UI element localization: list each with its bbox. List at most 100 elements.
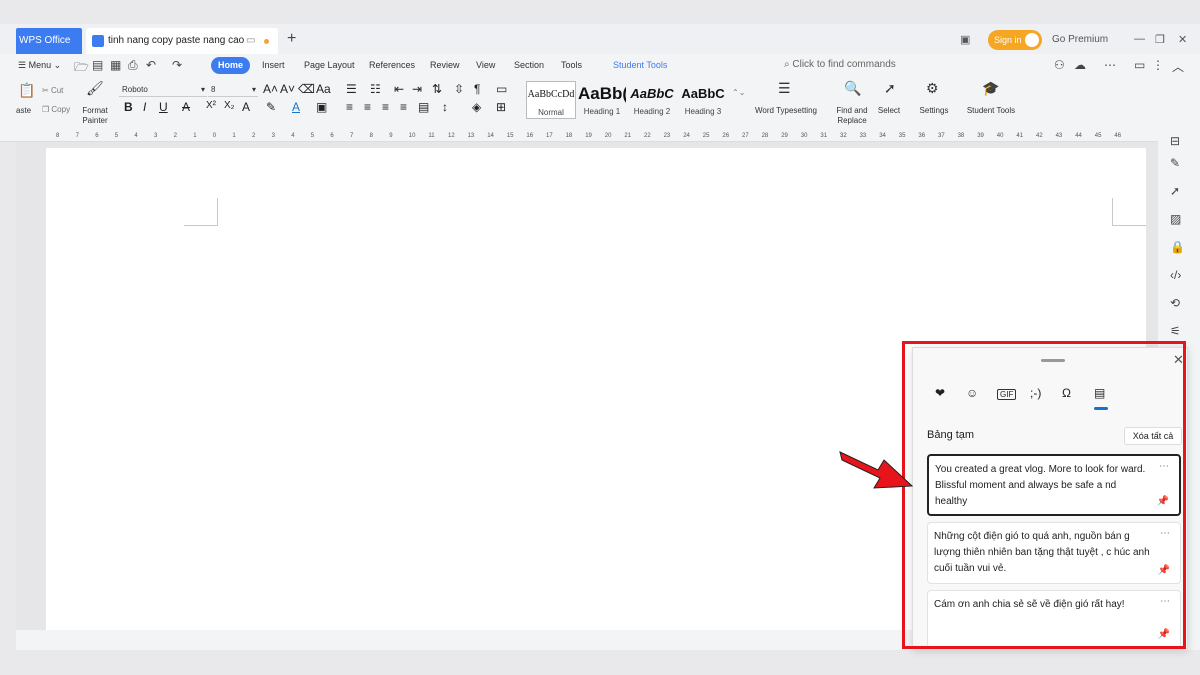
style-heading-2[interactable]: AaBbC Heading 2 (628, 81, 676, 119)
clear-format-icon[interactable]: ⌫ (298, 82, 315, 96)
lock-icon[interactable]: 🔒 (1170, 240, 1185, 254)
comment-icon[interactable]: ▭ (246, 28, 255, 54)
style-heading-2-preview: AaBbC (630, 86, 674, 101)
grow-font-icon[interactable]: A˄ (263, 82, 278, 96)
tab-home[interactable]: Home (211, 57, 250, 74)
format-painter-label[interactable]: Format Painter (78, 106, 112, 126)
tab-review[interactable]: Review (430, 60, 460, 70)
tab-student-tools[interactable]: Student Tools (613, 60, 667, 70)
paste-icon[interactable]: 📋 (18, 82, 35, 99)
tab-tools[interactable]: Tools (561, 60, 582, 70)
go-premium-button[interactable]: Go Premium (1052, 34, 1108, 45)
paste-label[interactable]: aste (16, 106, 31, 115)
superscript-button[interactable]: X² (206, 100, 216, 111)
line-spacing-icon[interactable]: ↕ (442, 100, 448, 114)
tab-section[interactable]: Section (514, 60, 544, 70)
text-effect-icon[interactable]: A (242, 100, 250, 114)
align-center-icon[interactable]: ≡ (364, 100, 371, 114)
style-normal[interactable]: AaBbCcDd Normal (526, 81, 576, 119)
text-direction-icon[interactable]: ⇅ (432, 82, 442, 96)
horizontal-ruler[interactable]: 8 7 6 5 4 3 2 1 0 1 2 3 4 5 6 7 8 9 10 11 12 13 14 15 16 17 18 19 20… (0, 130, 1158, 142)
comment-panel-icon[interactable]: ▭ (1134, 58, 1145, 72)
export-icon[interactable]: ▦ (110, 58, 121, 72)
new-tab-button[interactable]: + (287, 30, 296, 48)
settings-button[interactable]: Settings (914, 106, 954, 116)
tab-references[interactable]: References (369, 60, 415, 70)
styles-scroll-icon[interactable]: ⌃⌄ (732, 88, 745, 97)
numbering-icon[interactable]: ☷ (370, 82, 381, 96)
command-search[interactable]: ⌕ Click to find commands (784, 59, 896, 70)
select-cursor-icon[interactable]: ➚ (884, 80, 896, 97)
borders-icon[interactable]: ⊞ (496, 100, 506, 114)
sort-icon[interactable]: ⇳ (454, 82, 464, 96)
code-icon[interactable]: ‹/› (1170, 268, 1181, 282)
undo-icon[interactable]: ↶ (146, 58, 156, 72)
char-border-icon[interactable]: ▣ (316, 100, 327, 114)
minimize-icon[interactable]: — (1134, 33, 1145, 45)
select-button[interactable]: Select (874, 106, 904, 116)
menu-button[interactable]: ☰ Menu ⌄ (18, 60, 61, 71)
font-size-select[interactable]: 8 ▾ (208, 83, 258, 97)
collapse-icon[interactable]: ⊟ (1170, 134, 1180, 148)
copy-button[interactable]: ❐ Copy (42, 105, 70, 114)
font-family-select[interactable]: Roboto ▾ (119, 83, 207, 97)
format-painter-icon[interactable]: 🖌 (86, 80, 104, 97)
change-case-icon[interactable]: Aa (316, 82, 331, 96)
settings-icon[interactable]: ⚙ (926, 80, 939, 97)
highlight-icon[interactable]: ✎ (266, 100, 276, 114)
distributed-icon[interactable]: ▤ (418, 100, 429, 114)
cloud-icon[interactable]: ☁ (1074, 58, 1086, 72)
restore-icon[interactable]: ❐ (1155, 33, 1165, 46)
strikethrough-button[interactable]: A (182, 100, 190, 114)
document-tab[interactable]: tinh nang copy paste nang cao ▭ (86, 28, 278, 54)
style-heading-1[interactable]: AaBb( Heading 1 (578, 81, 626, 119)
shrink-font-icon[interactable]: A˅ (280, 82, 295, 96)
image-icon[interactable]: ▨ (1170, 212, 1181, 226)
graduation-cap-icon[interactable]: 🎓 (982, 80, 999, 97)
bullets-icon[interactable]: ☰ (346, 82, 357, 96)
decrease-indent-icon[interactable]: ⇤ (394, 82, 404, 96)
cursor-icon[interactable]: ➚ (1170, 184, 1180, 198)
adjust-icon[interactable]: ⚟ (1170, 324, 1181, 338)
ruler-tick: 20 (604, 133, 612, 139)
more-icon[interactable]: ⋮ (1152, 58, 1164, 72)
increase-indent-icon[interactable]: ⇥ (412, 82, 422, 96)
student-tools-button[interactable]: Student Tools (962, 106, 1020, 116)
find-replace-button[interactable]: Find and Replace (832, 106, 872, 126)
find-icon[interactable]: 🔍 (844, 80, 861, 97)
italic-button[interactable]: I (143, 100, 146, 114)
wps-office-tab[interactable]: WPS Office (16, 28, 82, 54)
open-icon[interactable]: 🗁 (74, 58, 89, 79)
save-icon[interactable]: ▤ (92, 58, 103, 72)
align-right-icon[interactable]: ≡ (382, 100, 389, 114)
underline-button[interactable]: U (159, 100, 168, 114)
shading-icon[interactable]: ◈ (472, 100, 481, 114)
ruler-tick: 7 (75, 133, 79, 139)
ruler-tick: 21 (624, 133, 632, 139)
ruler-icon[interactable]: ▭ (496, 82, 507, 96)
justify-icon[interactable]: ≡ (400, 100, 407, 114)
tab-view[interactable]: View (476, 60, 495, 70)
layout-icon[interactable]: ▣ (960, 33, 970, 46)
more-options-icon[interactable]: ⋯ (1104, 58, 1116, 72)
collapse-ribbon-icon[interactable]: ︿ (1172, 58, 1184, 75)
cut-button[interactable]: ✂ Cut (42, 86, 63, 95)
paragraph-mark-icon[interactable]: ¶ (474, 82, 480, 96)
word-typesetting-icon[interactable]: ☰ (778, 80, 791, 97)
history-icon[interactable]: ⟲ (1170, 296, 1180, 310)
pen-icon[interactable]: ✎ (1170, 156, 1180, 170)
print-preview-icon[interactable]: ⎙ (128, 58, 138, 73)
close-icon[interactable]: ✕ (1178, 33, 1187, 46)
tab-insert[interactable]: Insert (262, 60, 285, 70)
word-typesetting-button[interactable]: Word Typesetting (750, 106, 822, 116)
sign-in-button[interactable]: Sign in (988, 30, 1042, 50)
style-heading-3[interactable]: AaBbC Heading 3 (678, 81, 728, 119)
tab-page-layout[interactable]: Page Layout (304, 60, 355, 70)
ruler-tick: 4 (134, 133, 138, 139)
bold-button[interactable]: B (124, 100, 133, 114)
font-color-button[interactable]: A (292, 100, 300, 114)
subscript-button[interactable]: X₂ (224, 100, 235, 111)
share-icon[interactable]: ⚇ (1054, 58, 1065, 72)
redo-icon[interactable]: ↷ (172, 58, 182, 72)
align-left-icon[interactable]: ≡ (346, 100, 353, 114)
